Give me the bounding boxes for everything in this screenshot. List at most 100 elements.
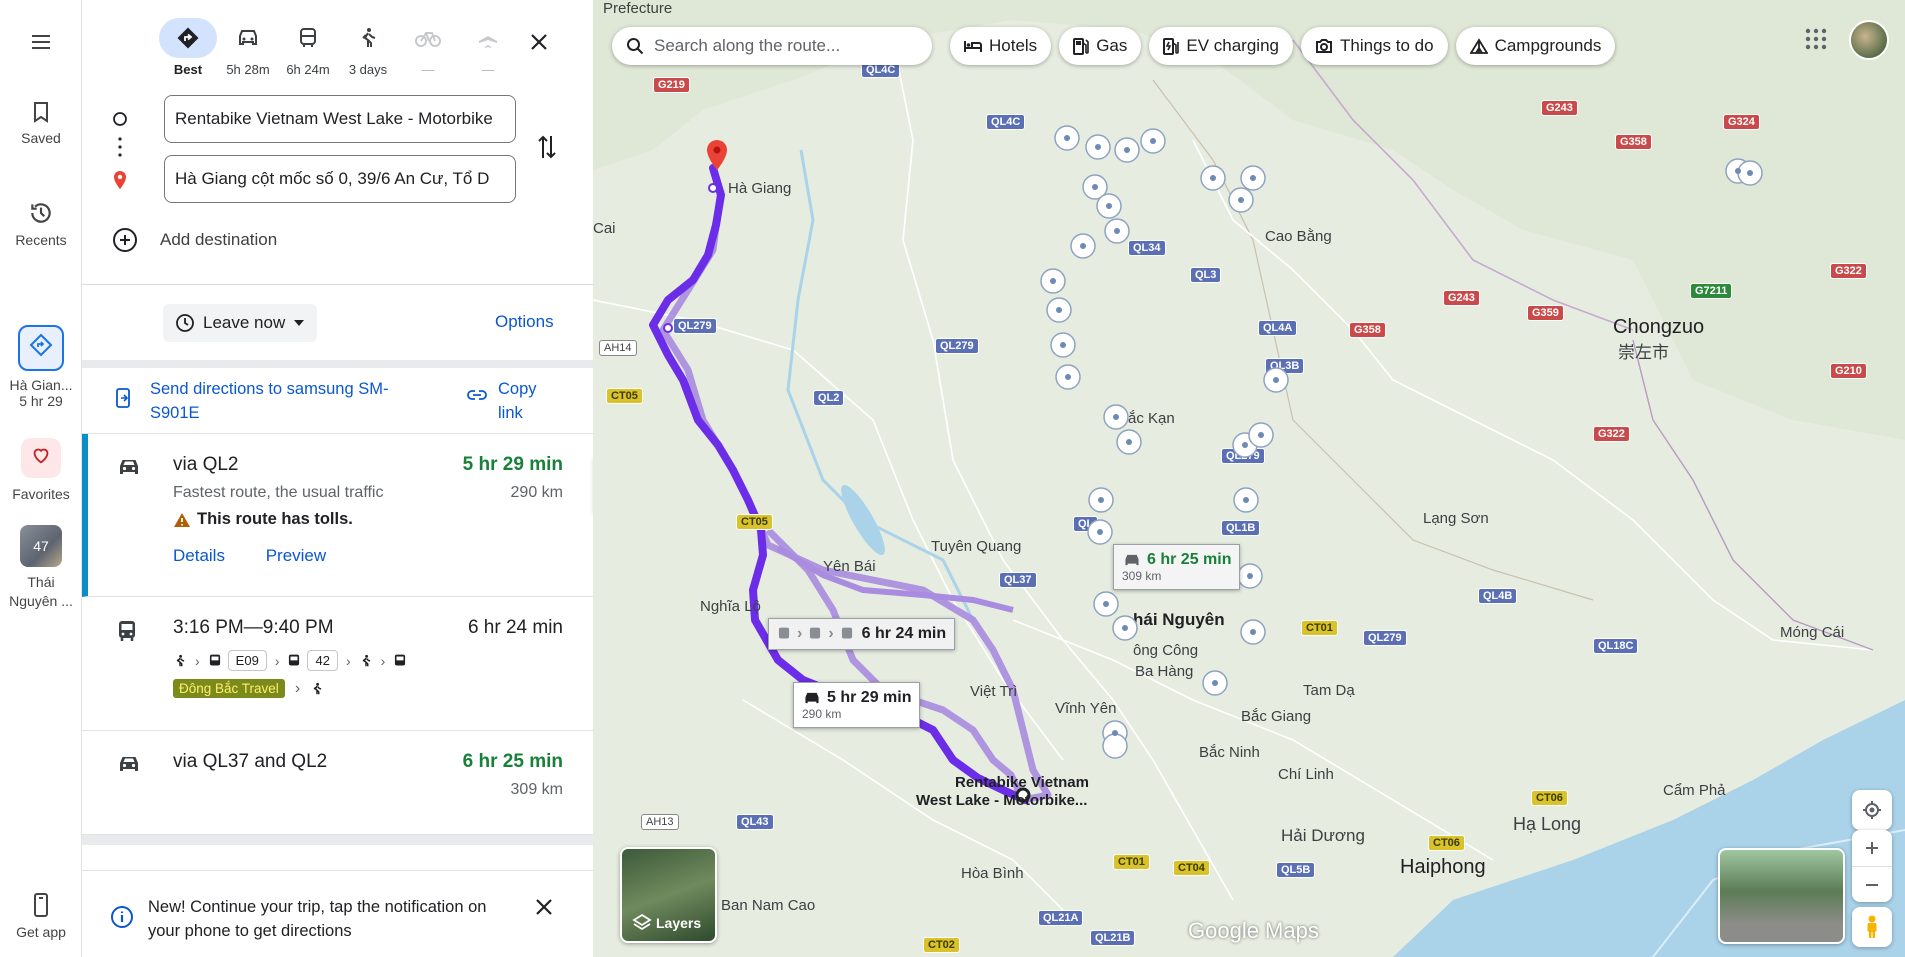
mode-drive[interactable]: 5h 28m (218, 18, 278, 77)
favorites-button[interactable]: Favorites (0, 438, 82, 502)
route-dots-icon (118, 137, 122, 157)
transit-icon (119, 621, 135, 641)
anchor-icon (1040, 125, 1763, 759)
zoom-controls (1852, 830, 1892, 902)
transit-steps-continued: Đông Bắc Travel › (173, 679, 324, 698)
destination-pin-icon (114, 171, 126, 189)
car-icon (239, 30, 257, 45)
place-count: 47 (33, 538, 49, 554)
walk-icon (362, 28, 376, 47)
add-destination-button[interactable]: Add destination (112, 227, 277, 253)
swap-waypoints-button[interactable] (536, 132, 558, 167)
pegman-button[interactable] (1852, 907, 1892, 947)
menu-button[interactable] (0, 30, 82, 60)
send-to-device-link[interactable]: Send directions to samsung SM-S901E (150, 377, 420, 425)
recent-place-button[interactable]: 47 Thái Nguyên ... (0, 525, 82, 611)
recent-trip-button[interactable]: Hà Gian... 5 hr 29 (0, 325, 82, 409)
get-app-button[interactable]: Get app (0, 892, 82, 940)
route-subtitle: Fastest route, the usual traffic (173, 484, 384, 501)
heart-icon (21, 438, 61, 478)
close-icon (536, 899, 552, 915)
mode-flight-label: — (481, 62, 495, 77)
route-actions: Details Preview (173, 546, 362, 566)
bus-icon (841, 627, 852, 639)
route-option-ql37-ql2[interactable]: via QL37 and QL2 6 hr 25 min 309 km (82, 731, 593, 835)
details-link[interactable]: Details (173, 546, 225, 565)
toll-warning: This route has tolls. (173, 510, 353, 529)
chevron-right-icon: › (828, 625, 834, 642)
transit-route-time: 6 hr 24 min (861, 625, 947, 642)
origin-circle-icon (113, 112, 127, 126)
mode-best[interactable]: Best (158, 18, 218, 77)
recents-button[interactable]: Recents (0, 200, 82, 248)
place-label: Thái Nguyên ... (9, 574, 73, 609)
alt-route-callout[interactable]: 6 hr 25 min 309 km (1113, 544, 1241, 590)
car-icon (120, 757, 138, 771)
zoom-out-button[interactable] (1852, 866, 1892, 902)
info-icon (111, 906, 133, 928)
notification-text: New! Continue your trip, tap the notific… (148, 898, 487, 940)
main-route-time: 5 hr 29 min (827, 689, 912, 706)
destination-input[interactable] (164, 155, 516, 203)
layers-button[interactable]: Layers (620, 847, 717, 943)
warning-icon (174, 512, 190, 527)
copy-link-button[interactable]: Copy link (466, 377, 537, 425)
crosshair-icon (1863, 801, 1881, 819)
map-canvas[interactable]: Prefecture Hà Giang Cai Cao Bằng Chongzu… (593, 0, 1905, 957)
mode-flight[interactable]: — (458, 18, 518, 77)
clock-icon (176, 314, 194, 332)
chevron-right-icon: › (274, 652, 280, 669)
menu-icon (32, 35, 50, 49)
send-directions-row: Send directions to samsung SM-S901E Copy… (82, 368, 593, 434)
route-option-transit[interactable]: 3:16 PM—9:40 PM 6 hr 24 min › E09 › 42 ›… (82, 597, 593, 731)
route-distance: 309 km (510, 781, 563, 798)
chevron-right-icon: › (797, 625, 803, 642)
mode-walk[interactable]: 3 days (338, 18, 398, 77)
zoom-in-button[interactable] (1852, 830, 1892, 866)
saved-button[interactable]: Saved (0, 100, 82, 146)
main-route-callout[interactable]: 5 hr 29 min 290 km (793, 682, 921, 728)
bus-icon (395, 654, 406, 665)
walk-icon (176, 654, 185, 666)
car-icon (120, 460, 138, 474)
dismiss-notification-button[interactable] (534, 897, 554, 922)
directions-panel: Best 5h 28m 6h 24m 3 days — — Rentabike … (82, 0, 593, 957)
minus-icon (1866, 883, 1878, 886)
add-destination-label: Add destination (160, 230, 278, 249)
mode-transit-label: 6h 24m (286, 62, 330, 77)
phone-icon (34, 893, 48, 917)
saved-label: Saved (21, 130, 61, 146)
street-view-preview[interactable] (1718, 848, 1845, 944)
walk-icon (313, 682, 322, 694)
my-location-button[interactable] (1852, 790, 1892, 830)
mode-bike[interactable]: — (398, 18, 458, 77)
layers-label: Layers (656, 915, 702, 931)
leave-now-dropdown[interactable]: Leave now (163, 304, 318, 342)
route-duration: 6 hr 24 min (467, 617, 563, 638)
preview-link[interactable]: Preview (266, 546, 326, 565)
close-directions-button[interactable] (522, 25, 556, 59)
walk-icon (362, 654, 370, 666)
notification-banner: New! Continue your trip, tap the notific… (82, 870, 593, 957)
transit-icon (300, 28, 316, 47)
layers-icon (632, 913, 652, 931)
alt-route-distance: 309 km (1122, 569, 1162, 583)
car-icon (805, 692, 819, 704)
route-duration: 6 hr 25 min (462, 751, 563, 772)
bike-icon (415, 32, 441, 47)
chevron-right-icon: › (345, 652, 351, 669)
favorites-label: Favorites (12, 486, 70, 502)
options-button[interactable]: Options (495, 312, 554, 332)
operator-badge: Đông Bắc Travel (173, 679, 285, 698)
travel-mode-tabs: Best 5h 28m 6h 24m 3 days — — (158, 18, 518, 77)
origin-input[interactable] (164, 95, 516, 143)
transit-schedule: 3:16 PM—9:40 PM (173, 617, 334, 638)
bus-icon (778, 627, 790, 639)
transit-route-callout[interactable]: › › 6 hr 24 min (768, 618, 956, 650)
route-option-ql2[interactable]: via QL2 5 hr 29 min 290 km Fastest route… (82, 434, 593, 597)
toll-warning-text: This route has tolls. (197, 510, 353, 528)
bus-line-badge: E09 (227, 650, 267, 671)
left-rail: Saved Recents Hà Gian... 5 hr 29 Favorit… (0, 0, 82, 957)
divider (82, 284, 593, 285)
mode-transit[interactable]: 6h 24m (278, 18, 338, 77)
